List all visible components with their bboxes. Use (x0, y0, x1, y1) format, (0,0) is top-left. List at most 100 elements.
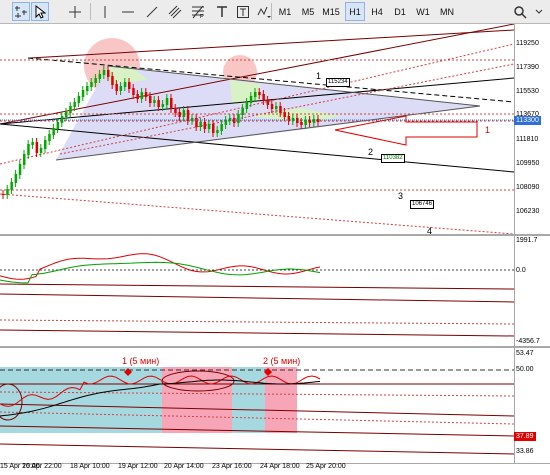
pointer-tool-button[interactable] (31, 2, 49, 21)
price-axis-label: 117390 (516, 64, 539, 71)
candle-body (275, 106, 278, 109)
chart-area[interactable] (0, 24, 514, 464)
text-label-tool-button[interactable] (234, 2, 252, 21)
candle-body (212, 124, 215, 133)
fibonacci-tool-button[interactable]: F (189, 2, 207, 21)
cyan-band (0, 367, 162, 433)
horizontal-line-tool-button[interactable] (119, 2, 137, 21)
candle-body (195, 118, 198, 127)
candle-body (132, 88, 135, 95)
trend-line-icon (146, 6, 158, 17)
vertical-line-tool-button[interactable] (96, 2, 114, 21)
candle-body (31, 142, 34, 145)
level-line (0, 319, 514, 325)
timeframe-m1[interactable]: M1 (276, 2, 294, 21)
timeframe-label: W1 (416, 6, 430, 17)
arrow-label: 1 (485, 125, 491, 135)
candle-body (123, 82, 127, 87)
cross-tool-button[interactable] (66, 2, 84, 21)
pane-separator[interactable] (0, 234, 550, 236)
candle-body (283, 112, 286, 117)
candle-body (14, 174, 18, 183)
candle-body (270, 104, 274, 109)
chart-toolbar: F M1 M5 M15 H1 H4 D1 W1 MN (0, 0, 550, 24)
chevron-down-icon (535, 9, 543, 14)
timeframe-extra[interactable] (462, 2, 482, 21)
candle-body (220, 124, 223, 131)
search-icon (514, 5, 527, 19)
oscillator-mark-label: 2 (5 мин) (263, 356, 301, 366)
channel-icon (168, 5, 182, 18)
pane-separator[interactable] (0, 346, 550, 348)
candle-body (69, 106, 72, 113)
candle-body (6, 189, 9, 195)
candle-body (136, 94, 139, 99)
oscillator-mark-label: 1 (5 мин) (122, 356, 160, 366)
oscillator-axis-label: 53.47 (516, 350, 534, 357)
candle-body (144, 92, 148, 97)
time-axis-label: 19 Apr 12:00 (118, 463, 158, 470)
timeframe-label: M1 (278, 6, 292, 17)
candle-body (94, 78, 97, 83)
candle-body (178, 112, 181, 117)
crosshair-tool-button[interactable] (12, 2, 30, 21)
svg-text:F: F (200, 14, 203, 19)
candle-body (39, 148, 43, 153)
candle-body (279, 106, 282, 113)
equidistant-channel-tool-button[interactable] (166, 2, 184, 21)
price-axis-border (514, 24, 515, 464)
trendline (0, 443, 514, 455)
candle-body (157, 100, 160, 107)
search-dropdown-button[interactable] (532, 2, 546, 21)
trend-line-tool-button[interactable] (143, 2, 161, 21)
wave-label-3: 3 (398, 191, 404, 201)
text-tool-button[interactable] (213, 2, 231, 21)
toolbar-separator (271, 3, 272, 20)
candle-body (98, 74, 102, 79)
time-axis-label: 18 Apr 10:00 (70, 463, 110, 470)
red-highlight-zone (162, 367, 232, 433)
candle-body (65, 112, 68, 117)
plus-icon (69, 5, 81, 18)
candle-body (111, 76, 114, 85)
candle-body (56, 122, 60, 129)
timeframe-label: M5 (301, 6, 315, 17)
candle-body (18, 164, 22, 175)
timeframe-w1[interactable]: W1 (414, 2, 432, 21)
pointer-icon (35, 4, 46, 19)
shapes-dropdown-button[interactable] (256, 2, 272, 21)
trendline (0, 293, 514, 303)
candle-body (258, 92, 261, 95)
candle-body (207, 124, 211, 129)
price-label-106746: 106746 (410, 200, 435, 209)
trendline (0, 329, 514, 337)
red-highlight-zone (265, 367, 297, 433)
candle-body (245, 102, 249, 109)
timeframe-m5[interactable]: M5 (298, 2, 318, 21)
price-axis-label: 108090 (516, 184, 540, 191)
macd-pane (0, 253, 514, 337)
timeframe-label: MN (440, 6, 454, 17)
time-axis-label: 20 Apr 14:00 (164, 463, 204, 470)
macd-axis-label: 1991.7 (516, 237, 538, 244)
candle-body (90, 82, 93, 87)
price-axis-label: 106230 (516, 208, 540, 215)
timeframe-m15[interactable]: M15 (320, 2, 342, 21)
horizontal-line-icon (122, 11, 134, 12)
timeframe-d1[interactable]: D1 (391, 2, 409, 21)
candle-body (35, 142, 39, 153)
oscillator-axis-label: 33.86 (516, 448, 534, 455)
wave-label-4: 4 (427, 226, 433, 236)
candle-body (300, 122, 303, 125)
candle-body (119, 86, 123, 91)
time-axis-label: 24 Apr 18:00 (260, 463, 300, 470)
timeframe-mn[interactable]: MN (438, 2, 456, 21)
candle-body (182, 110, 186, 117)
shapes-icon (257, 6, 271, 18)
timeframe-h2[interactable]: H4 (368, 2, 386, 21)
timeframe-h1[interactable]: H1 (345, 2, 365, 21)
macd-axis-label: -4356.7 (516, 338, 540, 345)
candle-body (52, 128, 55, 135)
main-price-pane (0, 24, 514, 235)
search-button[interactable] (510, 2, 530, 21)
